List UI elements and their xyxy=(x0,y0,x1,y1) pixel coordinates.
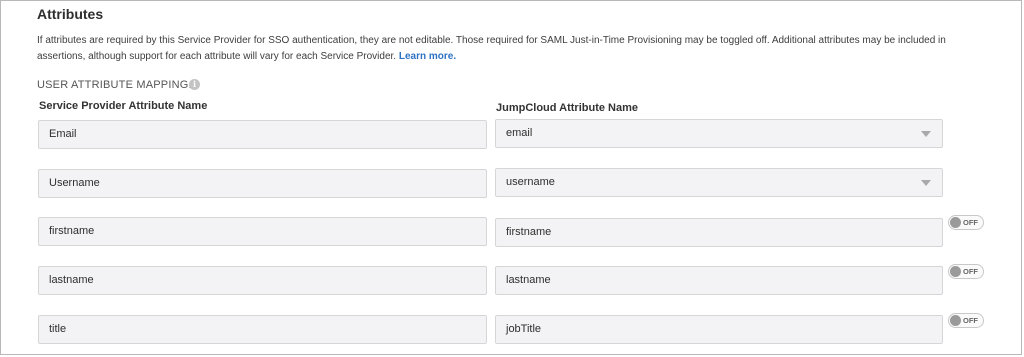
jc-attribute-select[interactable]: email xyxy=(495,119,943,148)
jc-attribute-input[interactable]: jobTitle xyxy=(495,315,943,344)
sp-attribute-input[interactable]: title xyxy=(38,315,487,344)
sp-attribute-input[interactable]: lastname xyxy=(38,266,487,295)
jit-provisioning-toggle[interactable]: OFF xyxy=(948,313,984,328)
info-icon[interactable]: i xyxy=(189,79,200,90)
toggle-knob xyxy=(950,266,961,277)
service-provider-attribute-header: Service Provider Attribute Name xyxy=(39,100,208,112)
toggle-state-label: OFF xyxy=(963,267,978,276)
chevron-down-icon xyxy=(921,180,931,186)
jc-attribute-input[interactable]: firstname xyxy=(495,218,943,247)
user-attribute-mapping-label: USER ATTRIBUTE MAPPING: xyxy=(37,79,192,91)
chevron-down-icon xyxy=(921,131,931,137)
toggle-knob xyxy=(950,217,961,228)
jit-provisioning-toggle[interactable]: OFF xyxy=(948,215,984,230)
jc-attribute-input[interactable]: lastname xyxy=(495,266,943,295)
description-text: If attributes are required by this Servi… xyxy=(37,35,946,62)
sp-attribute-input[interactable]: firstname xyxy=(38,217,487,246)
jc-attribute-value: username xyxy=(506,176,555,188)
toggle-state-label: OFF xyxy=(963,218,978,227)
jc-attribute-select[interactable]: username xyxy=(495,168,943,197)
learn-more-link[interactable]: Learn more. xyxy=(399,51,456,62)
section-description: If attributes are required by this Servi… xyxy=(37,33,992,64)
sp-attribute-input[interactable]: Username xyxy=(38,169,487,198)
section-title: Attributes xyxy=(37,6,104,22)
jit-provisioning-toggle[interactable]: OFF xyxy=(948,264,984,279)
toggle-knob xyxy=(950,315,961,326)
jc-attribute-value: email xyxy=(506,127,533,139)
jumpcloud-attribute-header: JumpCloud Attribute Name xyxy=(496,102,638,114)
sp-attribute-input[interactable]: Email xyxy=(38,120,487,149)
attributes-panel: Attributes If attributes are required by… xyxy=(0,0,1022,355)
toggle-state-label: OFF xyxy=(963,316,978,325)
